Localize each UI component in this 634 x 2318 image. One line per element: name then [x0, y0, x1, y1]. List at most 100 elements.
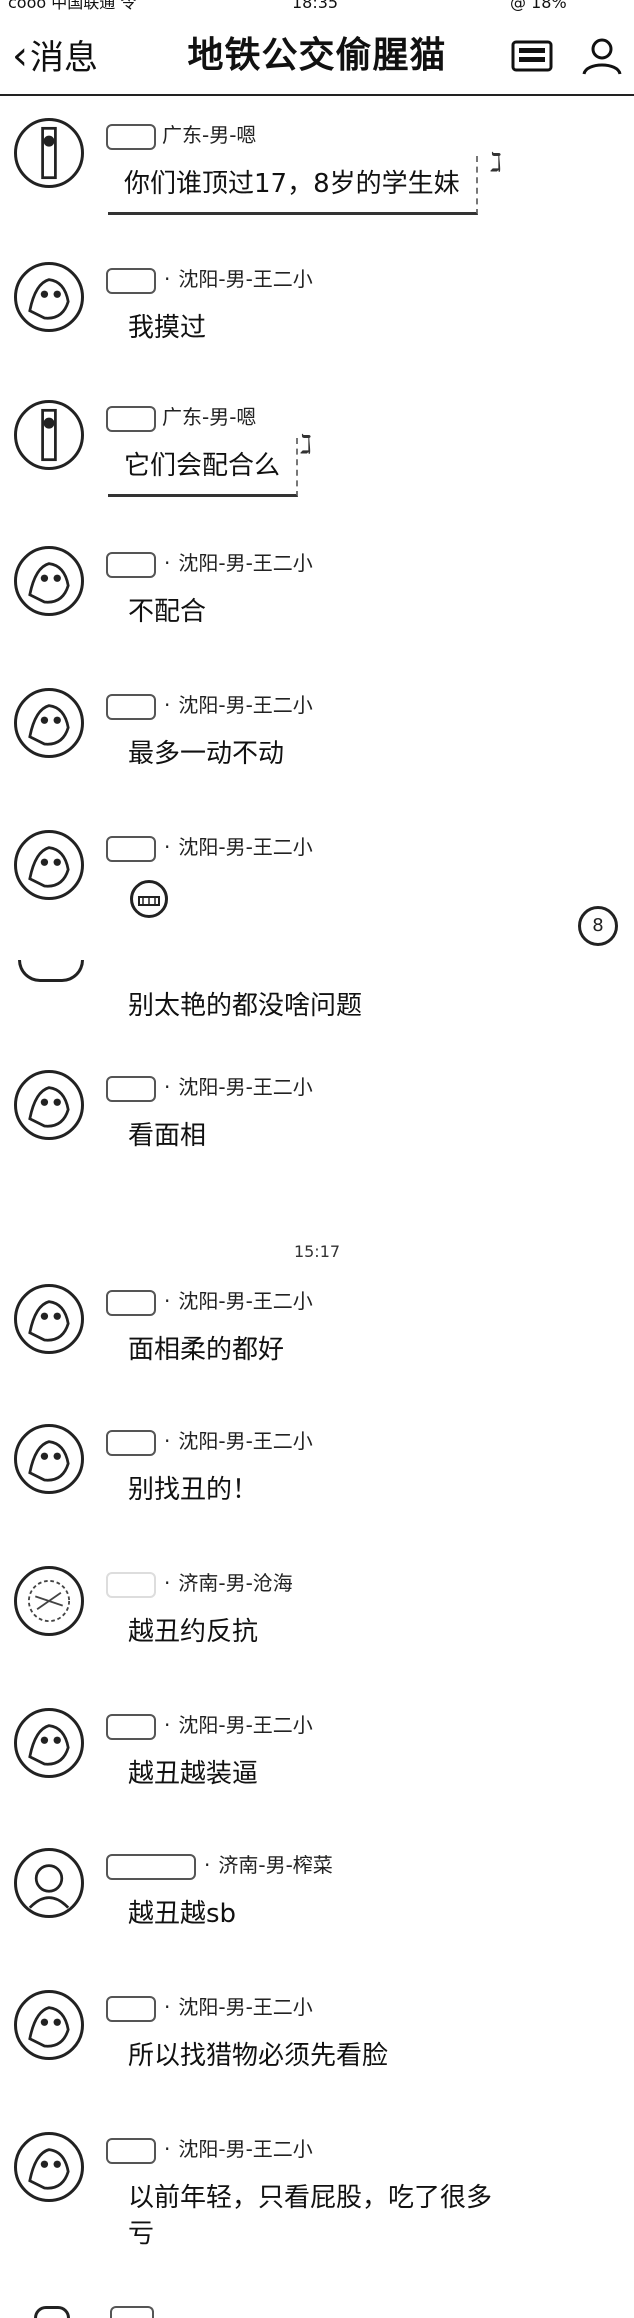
message-item: · 沈阳-男-王二小 面相柔的都好	[0, 1284, 634, 1384]
next-message-peek	[0, 2300, 634, 2318]
avatar[interactable]	[14, 546, 84, 616]
sender-line: · 沈阳-男-王二小	[106, 1074, 313, 1102]
level-badge	[106, 835, 156, 862]
bubble-decoration-icon: ℷ	[300, 430, 313, 460]
status-time: 18:35	[292, 0, 339, 12]
status-carrier: cooo 中国联通 令	[8, 0, 137, 12]
message-text[interactable]: 我摸过	[128, 310, 206, 346]
sender-name[interactable]: 沈阳-男-王二小	[178, 2137, 312, 2161]
message-text[interactable]: 以前年轻，只看屁股，吃了很多亏	[128, 2180, 508, 2252]
message-item: 广东-男-嗯 它们会配合么 ℷ	[0, 400, 634, 520]
message-item: · 济南-男-榨菜 越丑越sb	[0, 1848, 634, 1948]
level-badge	[106, 1289, 156, 1316]
sender-name[interactable]: 沈阳-男-王二小	[178, 267, 312, 291]
message-item: · 沈阳-男-王二小 看面相	[0, 1070, 634, 1170]
message-item: · 济南-男-沧海 越丑约反抗	[0, 1566, 634, 1666]
message-text[interactable]: 看面相	[128, 1118, 206, 1154]
sender-name[interactable]: 沈阳-男-王二小	[178, 1075, 312, 1099]
sender-name[interactable]: 沈阳-男-王二小	[178, 835, 312, 859]
level-badge	[106, 551, 156, 578]
level-badge	[106, 693, 156, 720]
message-item: · 沈阳-男-王二小 最多一动不动	[0, 688, 634, 788]
message-item: · 沈阳-男-王二小 不配合	[0, 546, 634, 646]
sender-line: · 沈阳-男-王二小	[106, 834, 313, 862]
message-text[interactable]: 所以找猎物必须先看脸	[128, 2038, 388, 2074]
avatar[interactable]	[14, 118, 84, 188]
sender-name[interactable]: 沈阳-男-王二小	[178, 1713, 312, 1737]
sender-line: · 沈阳-男-王二小	[106, 1428, 313, 1456]
status-battery: @ 18%	[510, 0, 567, 12]
message-text[interactable]: 别找丑的！	[128, 1472, 258, 1508]
level-badge	[106, 2137, 156, 2164]
sender-line: 广东-男-嗯	[106, 122, 256, 150]
message-item: 广东-男-嗯 你们谁顶过17，8岁的学生妹 ℷ	[0, 118, 634, 238]
level-badge	[106, 123, 156, 150]
message-bubble[interactable]: 它们会配合么	[108, 438, 299, 497]
sender-name[interactable]: 广东-男-嗯	[162, 405, 256, 429]
message-item: · 沈阳-男-王二小 以前年轻，只看屁股，吃了很多亏	[0, 2132, 634, 2282]
message-item: · 沈阳-男-王二小 所以找猎物必须先看脸	[0, 1990, 634, 2090]
sender-line: · 沈阳-男-王二小	[106, 266, 313, 294]
sender-name[interactable]: 济南-男-沧海	[178, 1571, 292, 1595]
message-text[interactable]: 面相柔的都好	[128, 1332, 284, 1368]
avatar[interactable]	[34, 2306, 70, 2318]
message-text[interactable]: 越丑约反抗	[128, 1614, 258, 1650]
sender-line: · 沈阳-男-王二小	[106, 692, 313, 720]
message-item: · 沈阳-男-王二小 别找丑的！	[0, 1424, 634, 1524]
navigation-bar: ‹消息 地铁公交偷腥猫	[0, 14, 634, 96]
sender-name[interactable]: 沈阳-男-王二小	[178, 551, 312, 575]
sender-line: · 沈阳-男-王二小	[106, 1712, 313, 1740]
message-bubble[interactable]: 你们谁顶过17，8岁的学生妹	[108, 156, 478, 215]
level-badge	[106, 1075, 156, 1102]
sender-line: · 沈阳-男-王二小	[106, 2136, 313, 2164]
message-text[interactable]: 越丑越装逼	[128, 1756, 258, 1792]
status-bar: cooo 中国联通 令 18:35 @ 18%	[0, 0, 634, 14]
message-text[interactable]: 不配合	[128, 594, 206, 630]
message-text[interactable]: 别太艳的都没啥问题	[128, 988, 362, 1024]
timestamp: 15:17	[293, 1242, 341, 1261]
level-badge	[106, 1571, 156, 1598]
message-item: · 沈阳-男-王二小	[0, 830, 634, 930]
sender-line: · 沈阳-男-王二小	[106, 1288, 313, 1316]
sender-line: · 沈阳-男-王二小	[106, 550, 313, 578]
message-item: · 沈阳-男-王二小 越丑越装逼	[0, 1708, 634, 1808]
level-badge	[106, 1429, 156, 1456]
avatar[interactable]	[14, 1070, 84, 1140]
avatar[interactable]	[14, 1708, 84, 1778]
bubble-decoration-icon: ℷ	[490, 148, 503, 178]
avatar[interactable]	[14, 400, 84, 470]
avatar[interactable]	[14, 2132, 84, 2202]
avatar[interactable]	[14, 1566, 84, 1636]
level-badge	[106, 267, 156, 294]
level-badge	[106, 1853, 196, 1880]
card-icon[interactable]	[510, 36, 554, 76]
sender-name[interactable]: 沈阳-男-王二小	[178, 1995, 312, 2019]
sender-name[interactable]: 沈阳-男-王二小	[178, 1429, 312, 1453]
avatar[interactable]	[14, 1848, 84, 1918]
message-item: · 沈阳-男-王二小 我摸过	[0, 262, 634, 362]
avatar[interactable]	[14, 1990, 84, 2060]
avatar[interactable]	[14, 688, 84, 758]
side-floating-button[interactable]: 8	[578, 906, 618, 946]
sender-name[interactable]: 济南-男-榨菜	[218, 1853, 332, 1877]
level-badge	[110, 2306, 154, 2318]
person-icon[interactable]	[580, 36, 624, 76]
avatar[interactable]	[14, 262, 84, 332]
sender-line: · 济南-男-沧海	[106, 1570, 293, 1598]
sender-line: 广东-男-嗯	[106, 404, 256, 432]
sender-line: · 沈阳-男-王二小	[106, 1994, 313, 2022]
level-badge	[106, 405, 156, 432]
message-item: 别太艳的都没啥问题	[0, 944, 634, 1024]
sender-name[interactable]: 广东-男-嗯	[162, 123, 256, 147]
message-text[interactable]: 最多一动不动	[128, 736, 284, 772]
message-text[interactable]: 越丑越sb	[128, 1896, 236, 1932]
level-badge	[106, 1713, 156, 1740]
sender-line: · 济南-男-榨菜	[106, 1852, 333, 1880]
avatar[interactable]	[14, 1284, 84, 1354]
sender-name[interactable]: 沈阳-男-王二小	[178, 1289, 312, 1313]
avatar[interactable]	[14, 1424, 84, 1494]
grin-emoji-icon[interactable]	[130, 880, 168, 918]
sender-name[interactable]: 沈阳-男-王二小	[178, 693, 312, 717]
avatar[interactable]	[14, 830, 84, 900]
level-badge	[106, 1995, 156, 2022]
